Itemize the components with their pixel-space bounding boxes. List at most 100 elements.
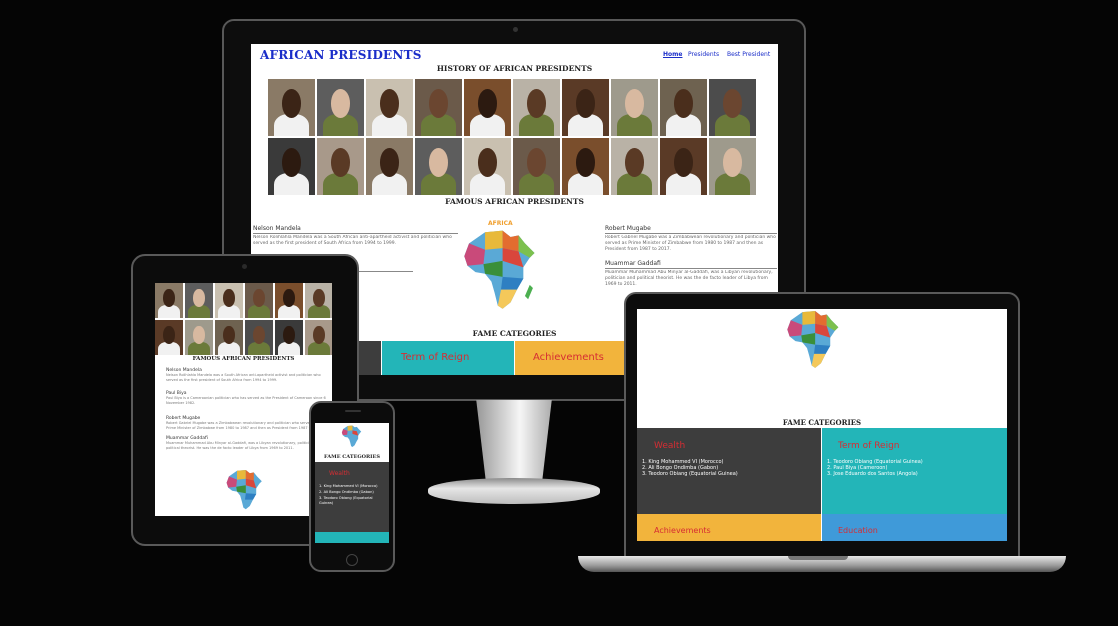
president-card-mugabe: Robert Mugabe Robert Gabriel Mugabe was … [605, 225, 777, 252]
phone-fame-heading: FAME CATEGORIES [324, 454, 380, 460]
monitor-foot [428, 478, 600, 504]
nav-home[interactable]: Home [663, 51, 682, 58]
laptop-africa-map [787, 311, 839, 368]
tablet-camera [242, 264, 247, 269]
portrait-face [223, 326, 235, 344]
nav-presidents[interactable]: Presidents [688, 51, 719, 58]
term-item-3: 3. Jose Eduardo dos Santos (Angola) [827, 471, 918, 477]
portrait-face [674, 89, 693, 118]
tablet-portrait[interactable] [155, 320, 183, 355]
laptop-education-tile[interactable]: Education [822, 514, 1007, 541]
tablet-africa-map [226, 470, 262, 510]
desktop-portrait[interactable] [268, 79, 315, 136]
portrait-face [625, 89, 644, 118]
phone-wealth-title: Wealth [329, 470, 350, 477]
nav-bar: Home Presidents Best President [661, 51, 776, 61]
laptop-term-tile[interactable]: Term of Reign 1. Teodoro Obiang (Equator… [822, 428, 1007, 514]
laptop-fame-heading: FAME CATEGORIES [782, 418, 862, 427]
portrait-face [331, 89, 350, 118]
portrait-face [163, 326, 175, 344]
laptop-notch [788, 556, 848, 560]
desktop-portrait[interactable] [415, 79, 462, 136]
tablet-card-mandela: Nelson Mandela Nelson Rolihlahla Mandela… [166, 368, 326, 387]
category-term-tile[interactable]: Term of Reign [382, 341, 514, 375]
president-bio: Nelson Rolihlahla Mandela was a South Af… [166, 373, 321, 382]
president-card-gaddafi: Muammar Gaddafi Muammar Muhammad Abu Min… [605, 260, 777, 287]
desktop-portrait[interactable] [562, 79, 609, 136]
phone-speaker [345, 410, 361, 412]
president-bio: Robert Gabriel Mugabe was a Zimbabwean r… [605, 235, 776, 252]
desktop-portrait[interactable] [415, 138, 462, 195]
tablet-portrait[interactable] [305, 283, 332, 318]
portrait-face [193, 289, 205, 307]
desktop-portrait[interactable] [464, 138, 511, 195]
tablet-portrait[interactable] [275, 283, 303, 318]
desktop-portrait[interactable] [464, 79, 511, 136]
portrait-face [193, 326, 205, 344]
phone-term-tile[interactable] [315, 532, 389, 543]
president-name: Muammar Gaddafi [605, 260, 661, 267]
history-heading: HISTORY OF AFRICAN PRESIDENTS [436, 64, 593, 73]
tablet-portrait[interactable] [305, 320, 332, 355]
tablet-famous-heading: FAMOUS AFRICAN PRESIDENTS [192, 356, 295, 362]
portrait-face [527, 89, 546, 118]
phone-africa-map [341, 425, 362, 448]
portrait-face [429, 89, 448, 118]
nav-best-president[interactable]: Best President [727, 51, 770, 58]
portrait-face [478, 89, 497, 118]
desktop-portrait[interactable] [366, 79, 413, 136]
africa-map-label: AFRICA [488, 220, 513, 227]
tablet-portrait[interactable] [275, 320, 303, 355]
tablet-portrait[interactable] [215, 320, 243, 355]
desktop-portrait[interactable] [317, 138, 364, 195]
desktop-portrait[interactable] [709, 138, 756, 195]
laptop-achievements-tile[interactable]: Achievements [637, 514, 821, 541]
desktop-portrait[interactable] [611, 79, 658, 136]
desktop-portrait[interactable] [660, 138, 707, 195]
portrait-face [313, 289, 325, 307]
portrait-face [429, 148, 448, 177]
laptop-wealth-tile[interactable]: Wealth 1. King Mohammed VI (Morocco) 2. … [637, 428, 821, 514]
phone-wealth-tile[interactable]: Wealth 1. King Mohammed VI (Morocco) 2. … [315, 462, 389, 532]
desktop-portrait[interactable] [611, 138, 658, 195]
tablet-screen: FAMOUS AFRICAN PRESIDENTS Nelson Mandela… [155, 283, 332, 516]
site-title[interactable]: AFRICAN PRESIDENTS [260, 48, 422, 62]
tablet-portrait[interactable] [215, 283, 243, 318]
portrait-face [380, 89, 399, 118]
tablet-portrait[interactable] [185, 283, 213, 318]
portrait-face [163, 289, 175, 307]
president-bio: Paul Biya is a Cameroonian politician wh… [166, 396, 326, 405]
portrait-face [283, 326, 295, 344]
portrait-face [313, 326, 325, 344]
desktop-portrait[interactable] [513, 79, 560, 136]
portrait-face [625, 148, 644, 177]
tablet-portrait[interactable] [245, 283, 273, 318]
desktop-portrait[interactable] [366, 138, 413, 195]
tablet-portrait[interactable] [245, 320, 273, 355]
achievements-title: Achievements [654, 526, 711, 535]
tablet-card-gaddafi: Muammar Gaddafi Muammar Muhammad Abu Min… [166, 436, 326, 459]
president-name: Nelson Mandela [253, 225, 301, 232]
portrait-face [223, 289, 235, 307]
phone-home-button[interactable] [346, 554, 358, 566]
portrait-face [253, 326, 265, 344]
portrait-face [282, 148, 301, 177]
desktop-portrait[interactable] [513, 138, 560, 195]
president-photo-grid [268, 79, 762, 196]
tablet-portrait[interactable] [185, 320, 213, 355]
portrait-face [478, 148, 497, 177]
portrait-face [331, 148, 350, 177]
desktop-portrait[interactable] [709, 79, 756, 136]
tablet-photo-grid [155, 283, 332, 357]
tablet-card-mugabe: Robert Mugabe Robert Gabriel Mugabe was … [166, 416, 326, 431]
desktop-portrait[interactable] [317, 79, 364, 136]
wealth-title: Wealth [654, 441, 686, 451]
tablet-portrait[interactable] [155, 283, 183, 318]
category-achievements-title: Achievements [533, 352, 604, 363]
monitor-camera [513, 27, 518, 32]
president-bio: Nelson Rolihlahla Mandela was a South Af… [253, 235, 452, 246]
desktop-portrait[interactable] [268, 138, 315, 195]
portrait-face [283, 289, 295, 307]
desktop-portrait[interactable] [562, 138, 609, 195]
desktop-portrait[interactable] [660, 79, 707, 136]
